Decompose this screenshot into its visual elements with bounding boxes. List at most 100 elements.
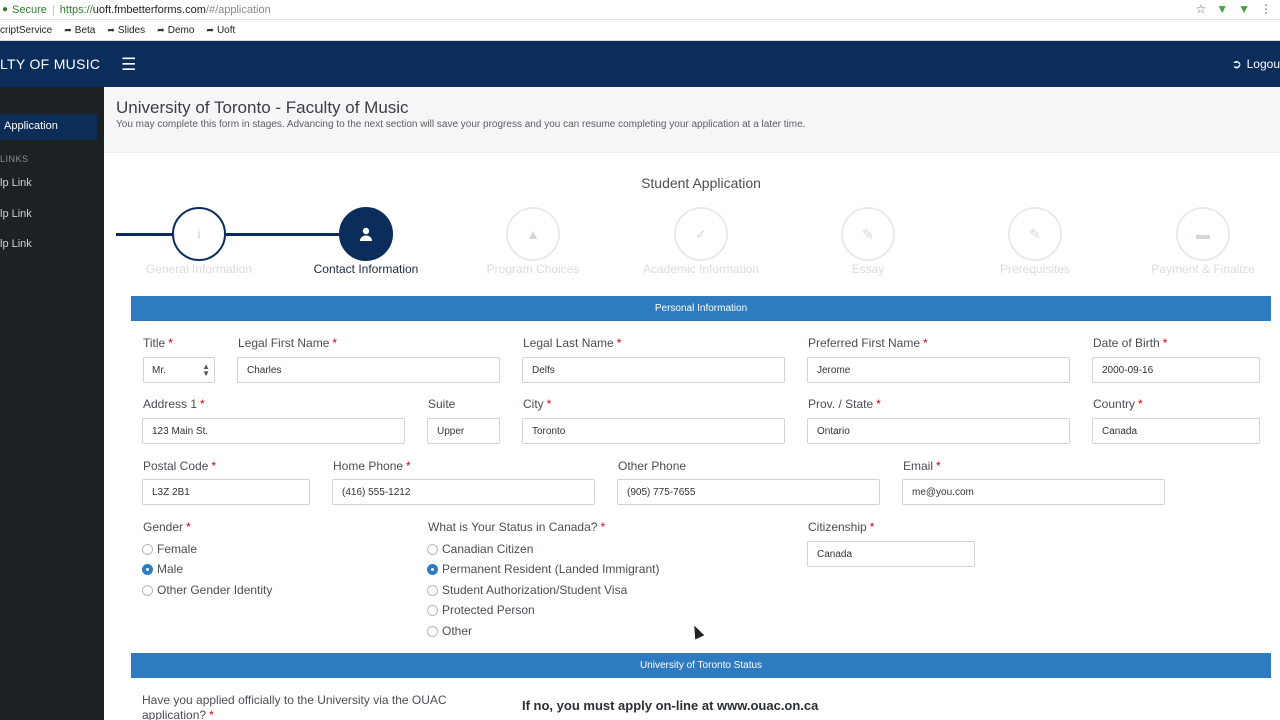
bookmark-icon: ➦ [107,24,115,35]
secure-label: Secure [12,3,47,16]
logout-label: Logou [1246,57,1280,71]
app-header: LTY OF MUSIC ☰ ➲ Logou [0,41,1280,87]
radio-button-selected [427,563,438,575]
page-subtitle: You may complete this form in stages. Ad… [116,119,806,130]
main-content: University of Toronto - Faculty of Music… [104,87,1280,720]
bookmark-icon: ➦ [64,24,72,35]
gender-option-other[interactable]: Other Gender Identity [142,583,272,597]
logout-icon: ➲ [1231,57,1242,71]
bookmark-item[interactable]: ➦ Beta [64,25,95,36]
section-uoft-status: University of Toronto Status [131,653,1271,678]
step-label: General Information [145,262,253,276]
step-label: Contact Information [313,262,419,276]
citizenship-input[interactable] [807,541,975,567]
first-name-input[interactable] [237,357,500,383]
country-label: Country * [1093,397,1143,411]
step-label: Essay [851,262,885,276]
bookmark-item[interactable]: ➦ Uoft [206,25,235,36]
user-icon [360,227,372,241]
hamburger-menu-icon[interactable]: ☰ [121,55,136,75]
postal-label: Postal Code * [143,459,217,473]
dob-input[interactable] [1092,357,1260,383]
info-icon: i [197,226,201,242]
logout-button[interactable]: ➲ Logou [1232,57,1280,71]
credit-card-icon: ▬ [1196,226,1210,242]
preferred-name-input[interactable] [807,357,1070,383]
step-essay[interactable]: ✎ [841,207,895,261]
pencil-icon: ✎ [1029,225,1041,242]
step-prerequisites[interactable]: ✎ [1008,207,1062,261]
browser-extensions: ☆ ▼ ▼ ⋮ [1195,2,1272,16]
gender-option-male[interactable]: Male [142,562,183,576]
status-option-student-visa[interactable]: Student Authorization/Student Visa [427,583,627,597]
prov-label: Prov. / State * [808,397,881,411]
step-payment-finalize[interactable]: ▬ [1176,207,1230,261]
status-label: What is Your Status in Canada? * [428,520,606,534]
extension-vue-icon[interactable]: ▼ [1238,2,1250,16]
section-personal-information: Personal Information [131,296,1271,321]
citizenship-label: Citizenship * [808,520,875,534]
step-program-choices[interactable]: ▲ [506,207,560,261]
home-phone-input[interactable] [332,479,595,505]
sidebar-help-link[interactable]: lp Link [0,208,32,220]
step-label: Prerequisites [999,262,1071,276]
bookmark-item[interactable]: criptService [0,25,52,36]
bookmark-icon: ➦ [206,24,214,35]
sidebar-item-application[interactable]: Application [0,114,97,140]
last-name-input[interactable] [522,357,785,383]
radio-button [427,584,438,596]
bookmark-icon: ➦ [157,24,165,35]
status-option-protected-person[interactable]: Protected Person [427,603,535,617]
title-select[interactable]: Mr. ▲ ▼ [143,357,215,383]
radio-button [427,543,438,555]
pencil-icon: ✎ [862,225,874,242]
sidebar-help-link[interactable]: lp Link [0,238,32,250]
radio-button [142,543,153,555]
bookmark-item[interactable]: ➦ Demo [157,25,194,36]
extension-v-icon[interactable]: ▼ [1216,2,1228,16]
first-name-label: Legal First Name * [238,336,338,350]
progress-line [226,233,342,236]
city-label: City * [523,397,552,411]
step-academic-information[interactable]: ✓ [674,207,728,261]
home-phone-label: Home Phone * [333,459,411,473]
url-path: /#/application [205,3,271,16]
postal-input[interactable] [142,479,310,505]
status-option-other[interactable]: Other [427,624,472,638]
radio-button [427,604,438,616]
bookmarks-bar: criptService ➦ Beta ➦ Slides ➦ Demo ➦ Uoft [0,20,1280,41]
status-option-permanent-resident[interactable]: Permanent Resident (Landed Immigrant) [427,562,659,576]
sidebar-help-link[interactable]: lp Link [0,177,32,189]
step-contact-information[interactable] [339,207,393,261]
lock-icon: ● [2,4,9,15]
city-input[interactable] [522,418,785,444]
prov-input[interactable] [807,418,1070,444]
page-title: University of Toronto - Faculty of Music [116,98,409,117]
dob-label: Date of Birth * [1093,336,1168,350]
radio-button [427,625,438,637]
ouac-question: Have you applied officially to the Unive… [142,693,447,720]
bookmark-item[interactable]: ➦ Slides [107,25,145,36]
gender-option-female[interactable]: Female [142,542,197,556]
browser-address-bar[interactable]: ● Secure | https:// uoft.fmbetterforms.c… [0,0,1280,20]
country-input[interactable] [1092,418,1260,444]
select-arrows-icon: ▲ ▼ [202,362,210,378]
other-phone-input[interactable] [617,479,880,505]
address-input[interactable] [142,418,405,444]
last-name-label: Legal Last Name * [523,336,622,350]
mouse-cursor-icon [689,623,705,640]
suite-input[interactable] [427,418,500,444]
sidebar-links-heading: LINKS [0,154,29,164]
step-label: Program Choices [486,262,580,276]
suite-label: Suite [428,397,456,411]
url-host: uoft.fmbetterforms.com [92,3,206,16]
email-input[interactable] [902,479,1165,505]
step-label: Academic Information [642,262,760,276]
menu-dots-icon[interactable]: ⋮ [1260,2,1272,16]
preferred-name-label: Preferred First Name * [808,336,928,350]
title-label: Title * [143,336,173,350]
star-icon[interactable]: ☆ [1195,2,1206,16]
step-general-information[interactable]: i [172,207,226,261]
status-option-citizen[interactable]: Canadian Citizen [427,542,533,556]
other-phone-label: Other Phone [618,459,687,473]
